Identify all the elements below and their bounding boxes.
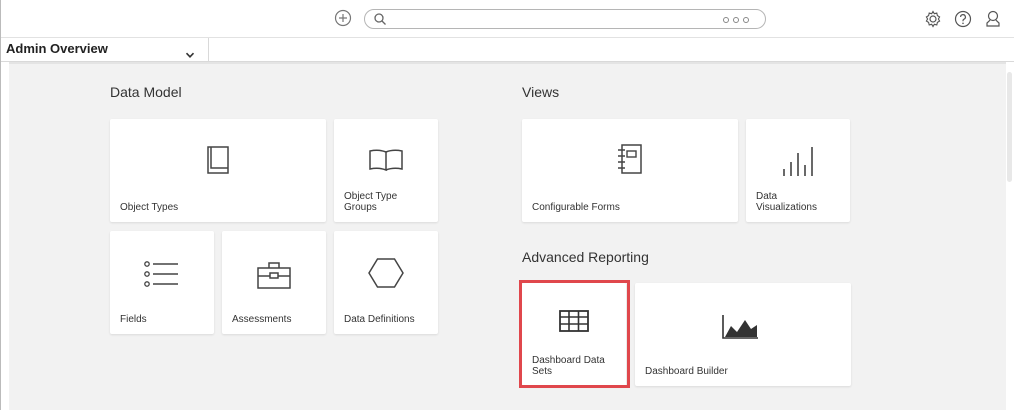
tile-label: Data Visualizations (756, 191, 817, 213)
section-title-advanced-reporting: Advanced Reporting (522, 249, 649, 265)
tile-label: Fields (120, 314, 147, 325)
nav-bar: Admin Overview (1, 38, 1014, 62)
scrollbar-thumb[interactable] (1007, 72, 1012, 182)
tile-object-type-groups[interactable]: Object Type Groups (334, 119, 438, 222)
section-title-views: Views (522, 84, 560, 100)
bar-chart-icon (782, 145, 814, 182)
section-title-data-model: Data Model (110, 84, 182, 100)
view-selector-label: Admin Overview (6, 41, 108, 56)
scrollbar[interactable] (1006, 62, 1014, 410)
chevron-down-icon (185, 45, 195, 58)
plus-circle-icon[interactable] (334, 9, 352, 27)
notebook-icon (617, 144, 643, 179)
tile-label: Dashboard Data Sets (532, 355, 605, 377)
tile-object-types[interactable]: Object Types (110, 119, 326, 222)
open-book-icon (368, 149, 404, 176)
book-icon (205, 146, 231, 179)
user-icon[interactable] (983, 9, 1003, 29)
top-bar (1, 0, 1014, 38)
hexagon-icon (368, 257, 404, 294)
table-grid-icon (559, 310, 589, 337)
view-selector[interactable]: Admin Overview (1, 38, 209, 62)
tile-label: Dashboard Builder (645, 366, 728, 377)
tile-configurable-forms[interactable]: Configurable Forms (522, 119, 738, 222)
tile-label: Data Definitions (344, 314, 415, 325)
list-icon (143, 261, 179, 292)
area-chart-icon (722, 315, 758, 344)
search-icon (373, 12, 387, 26)
tile-assessments[interactable]: Assessments (222, 231, 326, 334)
tile-label: Assessments (232, 314, 292, 325)
tile-label: Object Type Groups (344, 191, 398, 213)
tile-fields[interactable]: Fields (110, 231, 214, 334)
admin-overview-panel: Data Model Views Advanced Reporting Obje… (9, 62, 1006, 410)
tile-label: Configurable Forms (532, 202, 620, 213)
tile-data-visualizations[interactable]: Data Visualizations (746, 119, 850, 222)
search-bar[interactable] (364, 9, 766, 29)
help-icon[interactable] (953, 9, 973, 29)
gear-icon[interactable] (923, 9, 943, 29)
tile-data-definitions[interactable]: Data Definitions (334, 231, 438, 334)
tile-dashboard-data-sets[interactable]: Dashboard Data Sets (522, 283, 626, 386)
more-dots-icon[interactable] (723, 14, 749, 26)
tile-label: Object Types (120, 202, 179, 213)
briefcase-icon (256, 261, 292, 294)
tile-dashboard-builder[interactable]: Dashboard Builder (635, 283, 851, 386)
